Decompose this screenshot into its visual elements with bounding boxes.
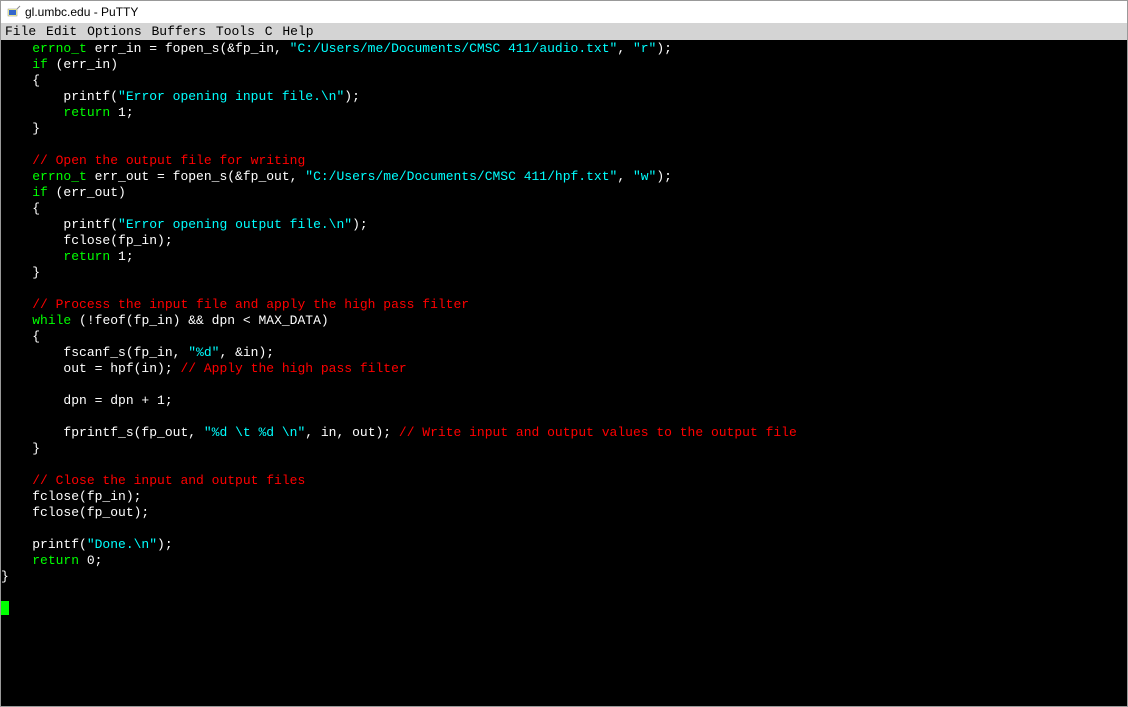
code-text: err_in = fopen_s(&fp_in,	[87, 41, 290, 56]
code-string: "%d"	[188, 345, 219, 360]
code-keyword: while	[32, 313, 71, 328]
code-text: (err_out)	[48, 185, 126, 200]
code-comment: // Process the input file and apply the …	[32, 297, 469, 312]
code-text: , &in);	[219, 345, 274, 360]
code-text: printf(	[32, 217, 118, 232]
code-text: (err_in)	[48, 57, 118, 72]
code-keyword: if	[32, 185, 48, 200]
code-text: }	[32, 265, 40, 280]
code-text: fprintf_s(fp_out,	[32, 425, 204, 440]
putty-icon	[7, 5, 21, 19]
menu-edit[interactable]: Edit	[46, 24, 77, 39]
code-text: {	[32, 73, 40, 88]
menu-options[interactable]: Options	[87, 24, 142, 39]
code-text: 0;	[79, 553, 102, 568]
code-comment: // Apply the high pass filter	[180, 361, 406, 376]
code-text: err_out = fopen_s(&fp_out,	[87, 169, 305, 184]
code-text: }	[32, 121, 40, 136]
code-text: 1;	[110, 105, 133, 120]
code-string: "w"	[633, 169, 656, 184]
code-text: 1;	[110, 249, 133, 264]
code-keyword: errno_t	[32, 41, 87, 56]
terminal-content[interactable]: errno_t err_in = fopen_s(&fp_in, "C:/Use…	[1, 41, 1127, 706]
menu-bar[interactable]: File Edit Options Buffers Tools C Help	[1, 23, 1127, 41]
code-keyword: return	[32, 553, 79, 568]
code-string: "r"	[633, 41, 656, 56]
code-text: printf(	[32, 537, 87, 552]
code-keyword: if	[32, 57, 48, 72]
code-string: "Error opening input file.\n"	[118, 89, 344, 104]
title-bar[interactable]: gl.umbc.edu - PuTTY	[1, 1, 1127, 23]
code-text: {	[32, 201, 40, 216]
code-comment: // Open the output file for writing	[32, 153, 305, 168]
code-text: ,	[617, 169, 633, 184]
code-text: fclose(fp_in);	[32, 489, 141, 504]
menu-file[interactable]: File	[5, 24, 36, 39]
code-keyword: errno_t	[32, 169, 87, 184]
code-text: );	[157, 537, 173, 552]
code-text: );	[656, 169, 672, 184]
code-text: fclose(fp_in);	[32, 233, 172, 248]
code-text: printf(	[32, 89, 118, 104]
menu-tools[interactable]: Tools	[216, 24, 255, 39]
cursor	[1, 601, 9, 615]
code-comment: // Write input and output values to the …	[399, 425, 797, 440]
menu-help[interactable]: Help	[282, 24, 313, 39]
code-text: );	[656, 41, 672, 56]
code-text: );	[352, 217, 368, 232]
putty-window: gl.umbc.edu - PuTTY File Edit Options Bu…	[0, 0, 1128, 707]
code-text: }	[1, 569, 9, 584]
code-text: {	[32, 329, 40, 344]
code-text: (!feof(fp_in) && dpn < MAX_DATA)	[71, 313, 328, 328]
menu-buffers[interactable]: Buffers	[151, 24, 206, 39]
code-comment: // Close the input and output files	[32, 473, 305, 488]
menu-c[interactable]: C	[265, 24, 273, 39]
code-string: "%d \t %d \n"	[204, 425, 305, 440]
code-text: fscanf_s(fp_in,	[32, 345, 188, 360]
code-keyword: return	[63, 249, 110, 264]
code-text: dpn = dpn + 1;	[32, 393, 172, 408]
code-string: "C:/Users/me/Documents/CMSC 411/hpf.txt"	[305, 169, 617, 184]
code-string: "Done.\n"	[87, 537, 157, 552]
code-text: , in, out);	[305, 425, 399, 440]
code-string: "C:/Users/me/Documents/CMSC 411/audio.tx…	[290, 41, 618, 56]
code-keyword: return	[63, 105, 110, 120]
code-text: out = hpf(in);	[32, 361, 180, 376]
code-text: fclose(fp_out);	[32, 505, 149, 520]
window-title: gl.umbc.edu - PuTTY	[25, 5, 138, 19]
code-string: "Error opening output file.\n"	[118, 217, 352, 232]
code-text: ,	[617, 41, 633, 56]
code-text: }	[32, 441, 40, 456]
code-text: );	[344, 89, 360, 104]
